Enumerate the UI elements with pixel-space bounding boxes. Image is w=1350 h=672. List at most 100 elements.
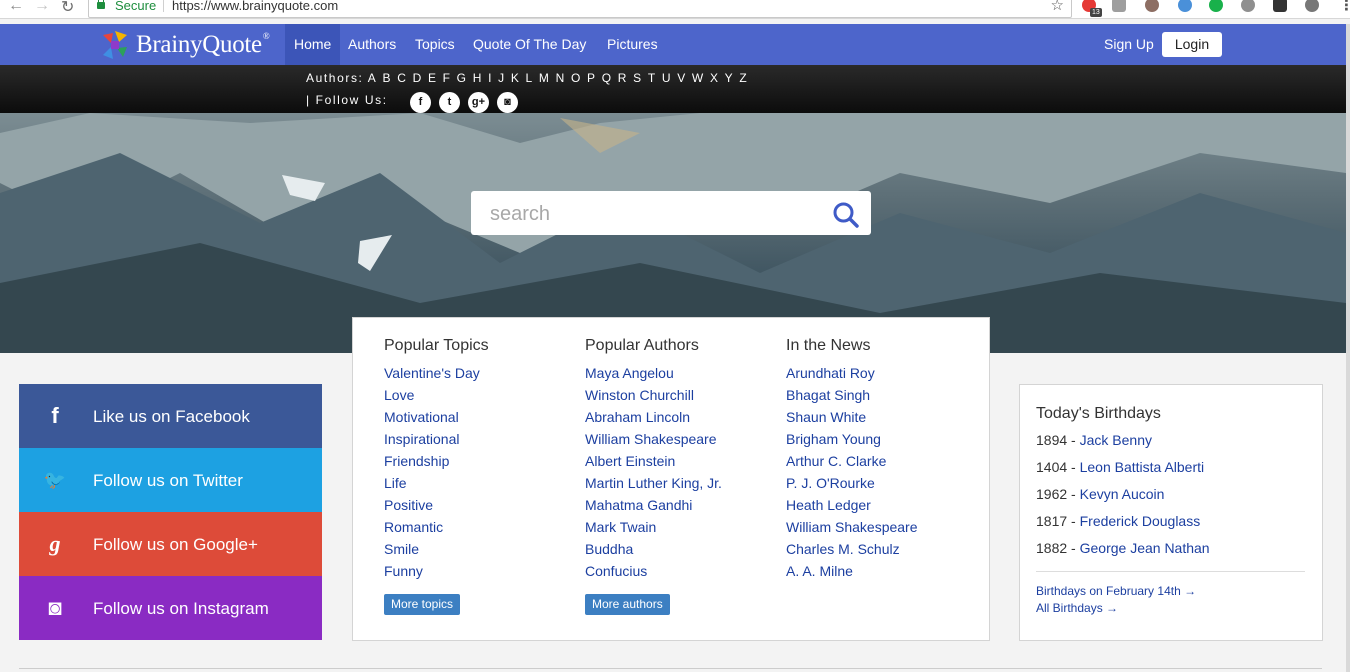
author-letter-link[interactable]: J: [498, 71, 506, 85]
social-box-facebook[interactable]: f Like us on Facebook: [19, 384, 322, 448]
author-letter-link[interactable]: H: [473, 71, 483, 85]
author-link[interactable]: Martin Luther King, Jr.: [585, 472, 722, 494]
news-link[interactable]: Heath Ledger: [786, 494, 918, 516]
bookmark-star-icon[interactable]: ☆: [1051, 0, 1064, 14]
author-link[interactable]: William Shakespeare: [585, 428, 722, 450]
author-letter-link[interactable]: N: [556, 71, 566, 85]
birthday-name-link[interactable]: Frederick Douglass: [1080, 513, 1201, 529]
author-letter-link[interactable]: L: [526, 71, 534, 85]
topic-link[interactable]: Funny: [384, 560, 489, 582]
news-link[interactable]: Bhagat Singh: [786, 384, 918, 406]
nav-authors[interactable]: Authors: [339, 24, 405, 65]
birthday-item: 1404 - Leon Battista Alberti: [1036, 459, 1205, 475]
birthday-name-link[interactable]: Kevyn Aucoin: [1080, 486, 1165, 502]
grammarly-icon[interactable]: [1209, 0, 1223, 12]
topic-link[interactable]: Friendship: [384, 450, 489, 472]
author-letter-link[interactable]: V: [677, 71, 687, 85]
topic-link[interactable]: Love: [384, 384, 489, 406]
topic-link[interactable]: Smile: [384, 538, 489, 560]
author-letter-link[interactable]: C: [397, 71, 407, 85]
news-link[interactable]: Shaun White: [786, 406, 918, 428]
social-box-twitter[interactable]: 🐦 Follow us on Twitter: [19, 448, 322, 512]
author-letter-link[interactable]: U: [662, 71, 672, 85]
topic-link[interactable]: Life: [384, 472, 489, 494]
gmail-icon[interactable]: [1273, 0, 1287, 12]
author-letter-link[interactable]: G: [457, 71, 468, 85]
author-letter-link[interactable]: T: [648, 71, 657, 85]
google-plus-icon[interactable]: g+: [468, 92, 489, 113]
news-link[interactable]: Brigham Young: [786, 428, 918, 450]
address-bar[interactable]: Secure https://www.brainyquote.com ☆: [88, 0, 1072, 18]
browser-toolbar: ← → ↻ Secure https://www.brainyquote.com…: [0, 0, 1350, 19]
author-link[interactable]: Albert Einstein: [585, 450, 722, 472]
social-box-google-plus[interactable]: g Follow us on Google+: [19, 512, 322, 576]
author-letter-link[interactable]: X: [710, 71, 720, 85]
forward-icon[interactable]: →: [34, 0, 50, 15]
birthday-name-link[interactable]: Jack Benny: [1080, 432, 1152, 448]
author-link[interactable]: Buddha: [585, 538, 722, 560]
extension-icon[interactable]: [1145, 0, 1159, 12]
author-letter-link[interactable]: O: [571, 71, 582, 85]
birthday-name-link[interactable]: George Jean Nathan: [1080, 540, 1210, 556]
topic-link[interactable]: Inspirational: [384, 428, 489, 450]
author-letter-link[interactable]: Z: [739, 71, 748, 85]
news-link[interactable]: William Shakespeare: [786, 516, 918, 538]
facebook-icon[interactable]: f: [410, 92, 431, 113]
extension-icon[interactable]: [1305, 0, 1319, 12]
reload-icon[interactable]: ↻: [61, 0, 74, 17]
twitter-icon[interactable]: t: [439, 92, 460, 113]
author-letter-link[interactable]: Y: [725, 71, 735, 85]
author-letter-link[interactable]: A: [368, 71, 378, 85]
browser-menu-icon[interactable]: ⋮: [1339, 0, 1350, 14]
nav-pictures[interactable]: Pictures: [598, 24, 667, 65]
page-scrollbar[interactable]: [1346, 24, 1350, 672]
url-text[interactable]: https://www.brainyquote.com: [172, 0, 338, 13]
author-link[interactable]: Winston Churchill: [585, 384, 722, 406]
search-input[interactable]: [488, 199, 812, 229]
all-birthdays-link[interactable]: All Birthdays →: [1036, 601, 1118, 615]
birthday-name-link[interactable]: Leon Battista Alberti: [1080, 459, 1205, 475]
login-button[interactable]: Login: [1162, 32, 1222, 57]
news-link[interactable]: Arthur C. Clarke: [786, 450, 918, 472]
instagram-icon[interactable]: ◙: [497, 92, 518, 113]
author-letter-link[interactable]: R: [618, 71, 628, 85]
author-letter-link[interactable]: S: [633, 71, 643, 85]
author-link[interactable]: Confucius: [585, 560, 722, 582]
nav-home[interactable]: Home: [285, 24, 341, 65]
signup-link[interactable]: Sign Up: [1104, 36, 1154, 52]
news-link[interactable]: Charles M. Schulz: [786, 538, 918, 560]
back-icon[interactable]: ←: [8, 0, 24, 15]
author-letter-link[interactable]: B: [382, 71, 392, 85]
author-link[interactable]: Mahatma Gandhi: [585, 494, 722, 516]
nav-quote-of-the-day[interactable]: Quote Of The Day: [464, 24, 595, 65]
extension-icon[interactable]: [1112, 0, 1126, 12]
author-letter-link[interactable]: I: [488, 71, 493, 85]
news-link[interactable]: A. A. Milne: [786, 560, 918, 582]
author-letter-link[interactable]: K: [511, 71, 521, 85]
nav-topics[interactable]: Topics: [406, 24, 464, 65]
news-link[interactable]: P. J. O'Rourke: [786, 472, 918, 494]
author-letter-link[interactable]: Q: [602, 71, 613, 85]
topic-link[interactable]: Valentine's Day: [384, 362, 489, 384]
topic-link[interactable]: Positive: [384, 494, 489, 516]
news-link[interactable]: Arundhati Roy: [786, 362, 918, 384]
search-icon[interactable]: [832, 201, 860, 229]
author-link[interactable]: Abraham Lincoln: [585, 406, 722, 428]
extension-icon[interactable]: [1178, 0, 1192, 12]
author-letter-link[interactable]: F: [443, 71, 452, 85]
author-letter-link[interactable]: P: [587, 71, 597, 85]
author-letter-link[interactable]: D: [413, 71, 423, 85]
more-topics-button[interactable]: More topics: [384, 594, 461, 615]
author-letter-link[interactable]: W: [692, 71, 705, 85]
author-letter-link[interactable]: E: [428, 71, 438, 85]
author-link[interactable]: Mark Twain: [585, 516, 722, 538]
author-letter-link[interactable]: M: [539, 71, 551, 85]
more-authors-button[interactable]: More authors: [585, 594, 670, 615]
social-box-instagram[interactable]: ◙ Follow us on Instagram: [19, 576, 322, 640]
topic-link[interactable]: Romantic: [384, 516, 489, 538]
instagram-icon: ◙: [48, 595, 62, 620]
extension-icon[interactable]: [1241, 0, 1255, 12]
birthdays-today-link[interactable]: Birthdays on February 14th →: [1036, 584, 1196, 598]
topic-link[interactable]: Motivational: [384, 406, 489, 428]
author-link[interactable]: Maya Angelou: [585, 362, 722, 384]
